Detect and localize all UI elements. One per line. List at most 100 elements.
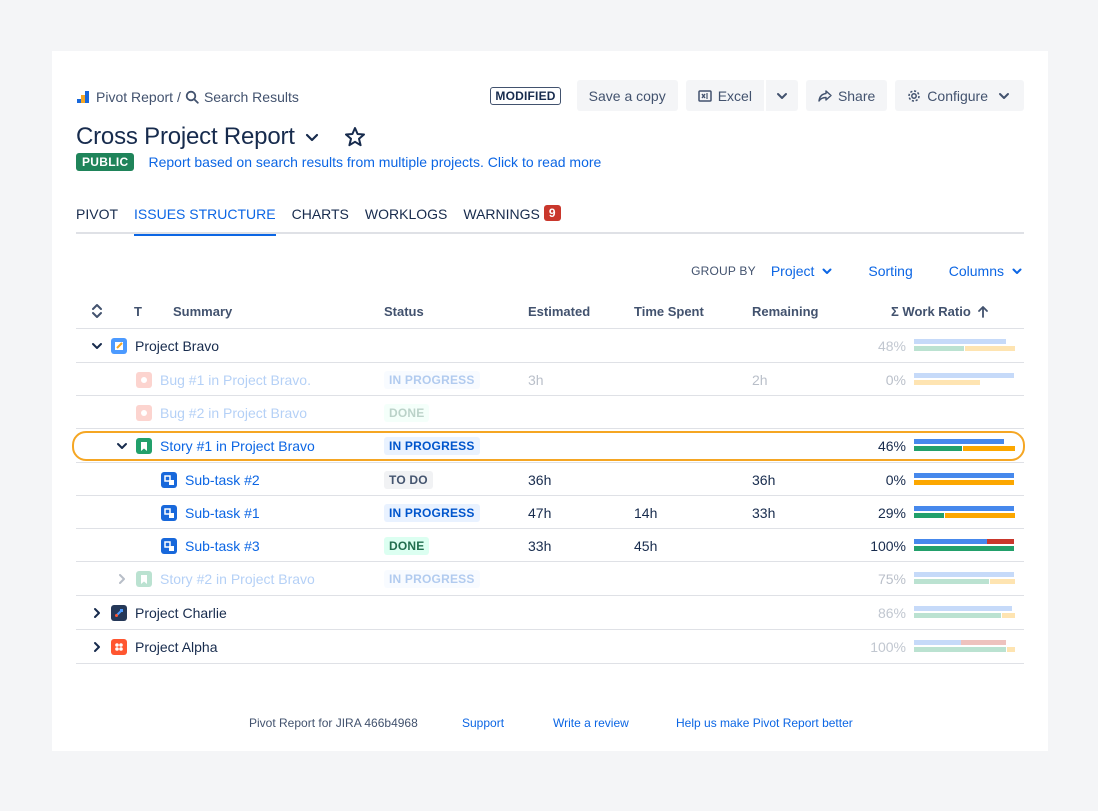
tab-charts[interactable]: CHARTS [292,206,349,234]
spent-bar [914,546,1014,551]
header-time-spent[interactable]: Time Spent [634,304,704,319]
subtask-icon [161,538,177,554]
configure-button[interactable]: Configure [895,80,1024,111]
chevron-right-icon [119,574,125,584]
table-row[interactable]: Story #2 in Project Bravo IN PROGRESS 75% [76,562,1024,596]
visibility-badge: PUBLIC [76,153,135,171]
report-meta: PUBLIC Report based on search results fr… [76,153,601,171]
header-type[interactable]: T [134,304,142,319]
issue-type [136,571,152,587]
breadcrumb-root[interactable]: Pivot Report [96,89,173,105]
row-toggle[interactable] [89,605,105,621]
row-summary[interactable]: Story #2 in Project Bravo [160,571,315,587]
breadcrumb-current[interactable]: Search Results [204,89,299,105]
star-icon[interactable] [343,125,367,149]
table-row[interactable]: Bug #1 in Project Bravo. IN PROGRESS 3h 2h 0… [76,363,1024,396]
header-summary[interactable]: Summary [173,304,232,319]
issue-type [136,405,152,421]
columns-select[interactable]: Columns [949,263,1024,279]
table-row[interactable]: Bug #2 in Project Bravo DONE [76,396,1024,429]
estimate-bar [914,473,1014,478]
table-row[interactable]: Sub-task #1 IN PROGRESS 47h 14h 33h 29% [76,496,1024,529]
estimate-bar [914,373,1014,378]
share-button[interactable]: Share [805,80,888,111]
status-lozenge: IN PROGRESS [384,371,480,389]
tab-bar: PIVOT ISSUES STRUCTURE CHARTS WORKLOGS W… [76,205,1024,236]
support-link[interactable]: Support [462,716,504,730]
header-work-ratio[interactable]: Σ Work Ratio [891,304,989,319]
report-description-link[interactable]: Report based on search results from mult… [148,154,601,170]
remaining-bar [965,346,1015,351]
row-toggle[interactable] [114,571,130,587]
tab-worklogs[interactable]: WORKLOGS [365,206,447,234]
overrun-bar [961,640,1006,645]
row-summary[interactable]: Sub-task #2 [185,472,260,488]
feedback-link[interactable]: Help us make Pivot Report better [676,716,853,730]
header-status[interactable]: Status [384,304,424,319]
issue-type [111,605,127,621]
table-row[interactable]: Project Alpha 100% [76,630,1024,664]
tab-warnings[interactable]: WARNINGS 9 [463,205,561,234]
chevron-down-icon [822,268,832,274]
tab-label: WORKLOGS [364,206,448,222]
row-summary[interactable]: Bug #1 in Project Bravo. [160,372,311,388]
row-toggle[interactable] [89,639,105,655]
row-summary[interactable]: Project Bravo [135,338,219,354]
gear-icon [908,89,921,102]
status-lozenge: IN PROGRESS [384,437,480,455]
time-spent-value: 45h [634,538,658,554]
table-row[interactable]: Sub-task #2 TO DO 36h 36h 0% [76,463,1024,496]
excel-dropdown-button[interactable] [765,80,798,111]
group-by-select[interactable]: Project [771,263,835,279]
excel-label: Excel [717,87,752,104]
header-remaining[interactable]: Remaining [752,304,818,319]
row-summary[interactable]: Sub-task #1 [185,505,260,521]
row-toggle[interactable] [114,438,130,454]
tab-pivot[interactable]: PIVOT [76,206,118,234]
excel-button[interactable]: Excel [685,80,764,111]
work-ratio-bars [914,439,1015,453]
row-summary[interactable]: Project Charlie [135,605,227,621]
estimate-bar [914,439,1004,444]
bug-icon [136,372,152,388]
work-ratio-bars [914,373,1014,387]
save-copy-label: Save a copy [588,87,666,104]
estimate-bar [914,539,987,544]
spent-bar [914,346,964,351]
issue-type [111,639,127,655]
status-lozenge: TO DO [384,471,433,489]
table-row[interactable]: Sub-task #3 DONE 33h 45h 100% [76,529,1024,562]
save-copy-button[interactable]: Save a copy [576,80,678,111]
row-summary[interactable]: Bug #2 in Project Bravo [160,405,307,421]
row-summary[interactable]: Story #1 in Project Bravo [160,438,315,454]
header-estimated[interactable]: Estimated [528,304,590,319]
remaining-value: 36h [752,472,776,488]
group-by-value: Project [770,263,815,279]
work-ratio-value: 75% [877,571,906,587]
title-menu-chevron-icon[interactable] [303,128,321,146]
subtask-icon [161,505,177,521]
table-row[interactable]: Story #1 in Project Bravo IN PROGRESS 46% [76,429,1024,463]
work-ratio-value: 48% [877,338,906,354]
write-review-link[interactable]: Write a review [553,716,629,730]
estimate-bar [914,572,1014,577]
project-bravo-avatar-icon [111,338,127,354]
table-row[interactable]: Project Bravo 48% [76,329,1024,363]
row-summary[interactable]: Project Alpha [135,639,218,655]
tab-label: WARNINGS [463,206,540,222]
row-toggle[interactable] [89,338,105,354]
share-icon [818,89,832,102]
row-summary[interactable]: Sub-task #3 [185,538,260,554]
issue-type [111,338,127,354]
chevron-right-icon [94,642,100,652]
status-lozenge: IN PROGRESS [384,504,480,522]
spent-bar [914,579,989,584]
sorting-link[interactable]: Sorting [868,263,912,279]
tab-issues-structure[interactable]: ISSUES STRUCTURE [134,206,276,236]
chevron-right-icon [94,608,100,618]
subtask-icon [161,472,177,488]
sorting-label: Sorting [868,263,913,279]
estimate-bar [914,339,1006,344]
table-row[interactable]: Project Charlie 86% [76,596,1024,630]
expand-collapse-all-icon[interactable] [91,303,103,322]
